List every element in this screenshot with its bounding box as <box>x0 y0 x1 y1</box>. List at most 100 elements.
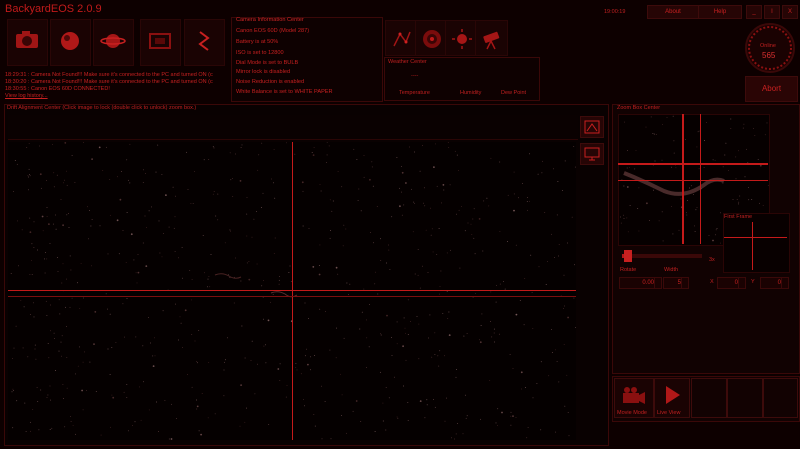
planetary-tool-button[interactable] <box>93 19 134 66</box>
star <box>443 189 445 191</box>
zoom-slider-thumb[interactable] <box>624 250 633 262</box>
star <box>372 185 374 187</box>
star <box>434 143 436 145</box>
star <box>532 397 534 399</box>
zoom-slider[interactable] <box>622 254 702 258</box>
sun-tool-button[interactable] <box>445 20 478 56</box>
star <box>233 276 235 278</box>
star <box>28 168 30 170</box>
star <box>536 383 538 385</box>
star <box>330 230 332 232</box>
star <box>61 282 63 284</box>
monitor-button[interactable] <box>580 143 604 165</box>
graph-toggle-button[interactable] <box>580 116 604 138</box>
star <box>551 328 553 330</box>
star <box>331 210 333 212</box>
minimize-button[interactable]: _ <box>746 5 762 19</box>
star <box>279 363 281 365</box>
star <box>650 116 652 118</box>
about-button[interactable]: About <box>647 5 699 19</box>
star <box>253 218 255 220</box>
star <box>341 414 342 416</box>
target-tool-button[interactable] <box>415 20 448 56</box>
star <box>495 301 497 303</box>
width-stepper[interactable] <box>681 277 689 289</box>
star <box>540 361 542 363</box>
star <box>321 438 323 440</box>
star <box>654 160 656 162</box>
star <box>213 191 215 193</box>
imaging-tool-button[interactable] <box>140 19 181 66</box>
star <box>401 214 403 216</box>
star <box>405 182 407 184</box>
star <box>49 242 51 244</box>
x-field[interactable]: 0 <box>717 277 739 289</box>
restore-button[interactable]: I <box>764 5 780 19</box>
star <box>497 408 499 410</box>
star <box>329 349 331 351</box>
abort-button[interactable]: Abort <box>745 76 798 102</box>
action-slot-5[interactable] <box>763 378 798 418</box>
star <box>48 223 50 225</box>
action-slot-4[interactable] <box>727 378 763 418</box>
star <box>696 206 698 208</box>
star <box>499 230 501 232</box>
star <box>464 394 466 396</box>
star <box>453 438 455 440</box>
star <box>447 141 449 143</box>
star <box>109 313 111 315</box>
star <box>407 334 409 335</box>
star <box>77 365 79 367</box>
star <box>64 142 67 144</box>
star <box>757 159 759 161</box>
star <box>720 242 721 244</box>
telescope-tool-button[interactable] <box>475 20 508 56</box>
rotate-stepper[interactable] <box>654 277 662 289</box>
star <box>695 209 697 211</box>
star <box>562 189 564 191</box>
star <box>314 355 315 356</box>
close-button[interactable]: X <box>782 5 798 19</box>
x-stepper[interactable] <box>738 277 746 289</box>
rotate-field[interactable]: 0.00 <box>619 277 655 289</box>
star <box>239 180 242 182</box>
star <box>121 171 122 172</box>
star <box>82 297 84 299</box>
settings-tool-button[interactable] <box>184 19 225 66</box>
log-history-link[interactable]: View log history... <box>5 93 48 99</box>
width-field[interactable]: 5 <box>663 277 682 289</box>
star <box>234 153 236 155</box>
star <box>426 404 428 406</box>
star <box>63 398 64 400</box>
star <box>34 348 36 350</box>
focus-tool-button[interactable] <box>50 19 91 66</box>
star <box>139 386 140 388</box>
crosshair-vertical <box>292 142 293 440</box>
camera-tool-button[interactable] <box>7 19 48 66</box>
star <box>526 200 528 202</box>
y-field[interactable]: 0 <box>760 277 782 289</box>
help-button[interactable]: Help <box>698 5 742 19</box>
star <box>62 263 64 265</box>
star <box>105 293 107 295</box>
star <box>345 432 347 434</box>
star <box>371 161 373 163</box>
star <box>689 187 691 189</box>
star <box>55 228 57 230</box>
star <box>747 186 749 188</box>
star <box>399 205 401 208</box>
star <box>126 298 128 299</box>
constellation-tool-button[interactable] <box>385 20 418 56</box>
star <box>145 265 148 267</box>
weather-title: Weather Center <box>388 59 427 65</box>
camera-info-line: Noise Reduction is enabled <box>236 79 305 85</box>
y-stepper[interactable] <box>781 277 789 289</box>
star <box>361 311 363 313</box>
star <box>37 401 39 403</box>
star <box>16 400 18 402</box>
star <box>140 419 142 421</box>
star <box>422 145 423 146</box>
star <box>524 387 526 389</box>
frame-icon <box>149 33 171 49</box>
action-slot-3[interactable] <box>691 378 727 418</box>
